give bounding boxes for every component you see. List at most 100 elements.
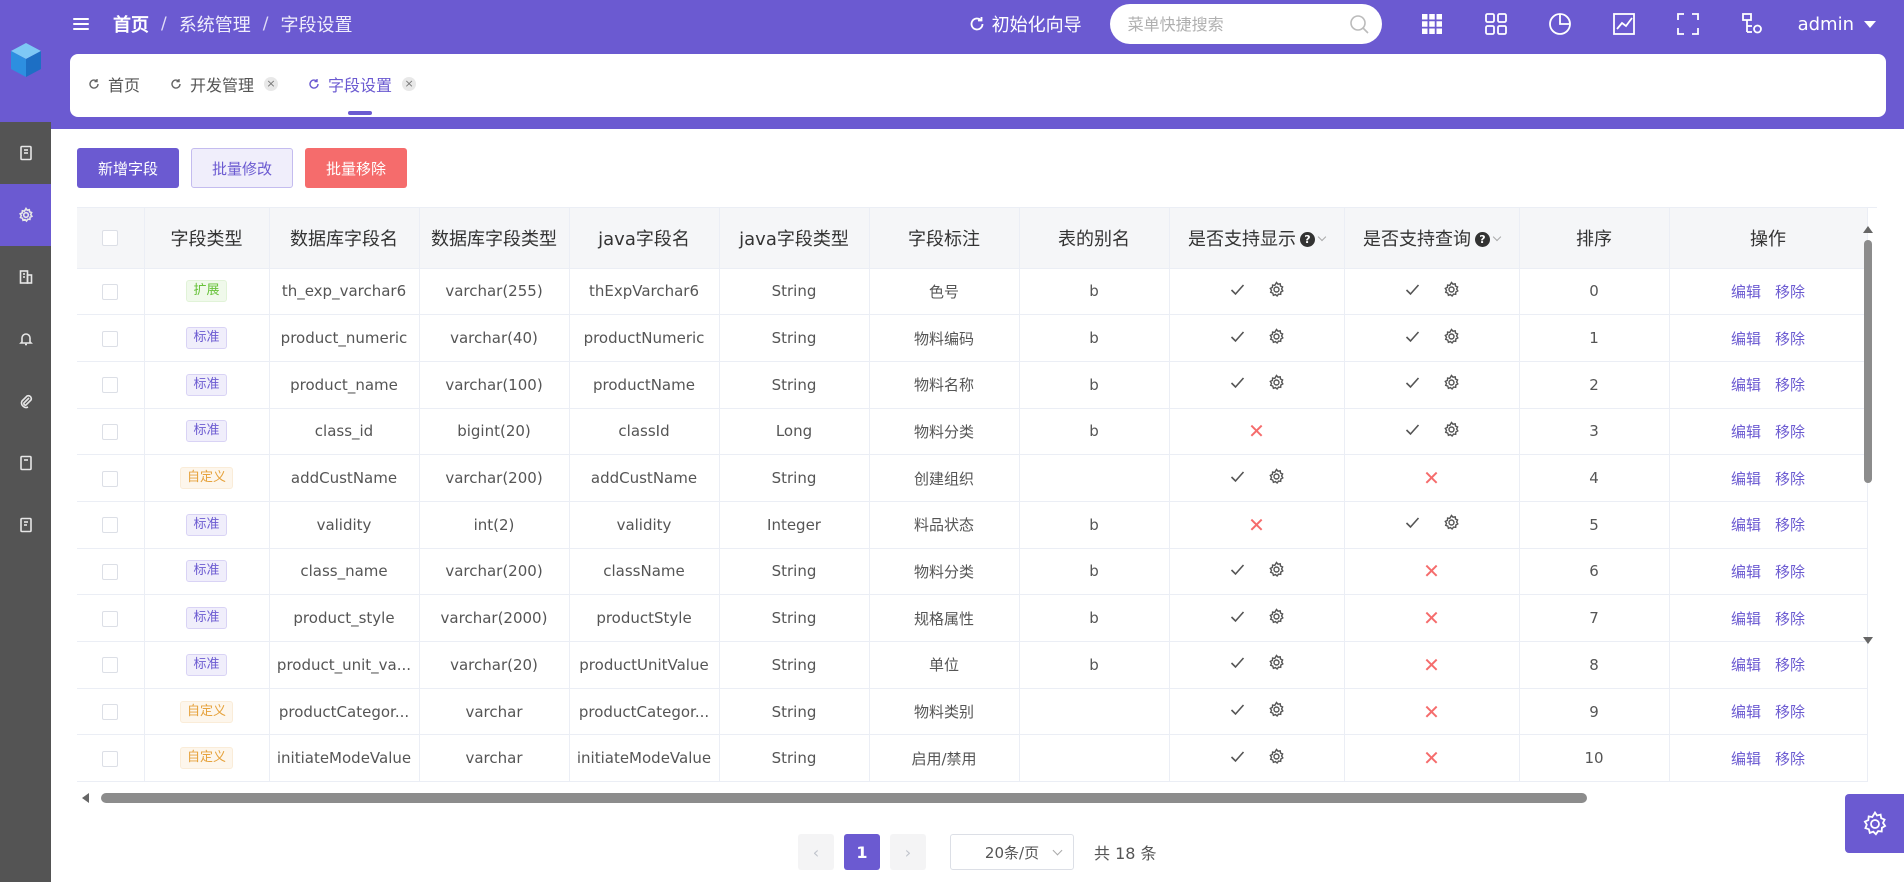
theme-settings-button[interactable] — [1845, 794, 1904, 853]
breadcrumb-home[interactable]: 首页 — [113, 11, 149, 37]
fullscreen-button[interactable] — [1656, 0, 1720, 48]
row-checkbox[interactable] — [102, 657, 119, 674]
gear-icon[interactable] — [1268, 748, 1285, 765]
row-checkbox[interactable] — [102, 423, 119, 440]
chevron-down-icon[interactable] — [1317, 232, 1327, 241]
breadcrumb-system[interactable]: 系统管理 — [179, 11, 251, 37]
next-page-button[interactable]: › — [890, 834, 926, 870]
row-checkbox[interactable] — [102, 470, 119, 487]
sidebar-item-doc[interactable] — [0, 122, 51, 184]
chevron-down-icon[interactable] — [1492, 232, 1502, 241]
user-menu[interactable]: admin — [1798, 14, 1876, 35]
scroll-down-icon[interactable] — [1863, 637, 1873, 644]
column-header-query[interactable]: 是否支持查询? — [1344, 208, 1520, 269]
table-alias-cell: b — [1019, 594, 1170, 642]
row-checkbox[interactable] — [102, 330, 119, 347]
remove-link[interactable]: 移除 — [1775, 610, 1805, 628]
row-checkbox[interactable] — [102, 750, 119, 767]
sidebar-item-report[interactable] — [0, 494, 51, 556]
page-number[interactable]: 1 — [844, 834, 880, 870]
gear-icon[interactable] — [1443, 327, 1460, 345]
scroll-left-icon[interactable] — [82, 793, 89, 803]
help-icon[interactable]: ? — [1300, 232, 1315, 248]
sidebar-item-settings[interactable] — [0, 184, 51, 246]
apps-grid-button[interactable] — [1400, 0, 1464, 48]
scroll-up-icon[interactable] — [1863, 226, 1873, 233]
org-switch-button[interactable] — [1720, 0, 1784, 48]
tab-dev-manage[interactable]: 开发管理 × — [170, 54, 279, 114]
app-logo[interactable] — [0, 0, 51, 122]
add-field-button[interactable]: 新增字段 — [77, 148, 180, 188]
init-wizard-button[interactable]: 初始化向导 — [968, 11, 1082, 37]
edit-link[interactable]: 编辑 — [1731, 423, 1761, 441]
remove-link[interactable]: 移除 — [1775, 750, 1805, 768]
tab-field-settings[interactable]: 字段设置 × — [308, 54, 417, 115]
menu-search-input[interactable] — [1127, 14, 1348, 34]
edit-link[interactable]: 编辑 — [1731, 470, 1761, 488]
edit-link[interactable]: 编辑 — [1731, 376, 1761, 394]
dashboard-button[interactable] — [1464, 0, 1528, 48]
sidebar-item-book[interactable] — [0, 432, 51, 494]
edit-link[interactable]: 编辑 — [1731, 563, 1761, 581]
batch-remove-button[interactable]: 批量移除 — [305, 148, 408, 188]
gear-icon[interactable] — [1268, 607, 1285, 625]
gear-icon[interactable] — [1268, 467, 1285, 485]
row-checkbox[interactable] — [102, 283, 119, 300]
tab-home[interactable]: 首页 — [88, 54, 140, 114]
edit-link[interactable]: 编辑 — [1731, 330, 1761, 348]
search-icon[interactable] — [1348, 13, 1370, 35]
edit-link[interactable]: 编辑 — [1731, 283, 1761, 301]
remove-link[interactable]: 移除 — [1775, 470, 1805, 488]
remove-link[interactable]: 移除 — [1775, 423, 1805, 441]
row-checkbox[interactable] — [102, 610, 119, 627]
row-checkbox[interactable] — [102, 704, 119, 721]
close-icon[interactable]: × — [264, 77, 279, 91]
remove-link[interactable]: 移除 — [1775, 516, 1805, 534]
remove-link[interactable]: 移除 — [1775, 703, 1805, 721]
vertical-scrollbar[interactable] — [1862, 226, 1874, 644]
row-checkbox[interactable] — [102, 377, 119, 394]
remove-link[interactable]: 移除 — [1775, 656, 1805, 674]
remove-link[interactable]: 移除 — [1775, 283, 1805, 301]
edit-link[interactable]: 编辑 — [1731, 703, 1761, 721]
field-type-cell: 标准 — [144, 594, 270, 642]
gear-icon[interactable] — [1268, 374, 1285, 391]
edit-link[interactable]: 编辑 — [1731, 750, 1761, 768]
edit-link[interactable]: 编辑 — [1731, 656, 1761, 674]
gear-icon[interactable] — [1268, 281, 1285, 298]
gear-icon[interactable] — [1268, 327, 1285, 345]
sidebar-item-notify[interactable] — [0, 308, 51, 370]
select-all-checkbox[interactable] — [102, 230, 119, 247]
actions-cell: 编辑 移除 — [1669, 314, 1868, 362]
remove-link[interactable]: 移除 — [1775, 376, 1805, 394]
scrollbar-thumb[interactable] — [101, 793, 1587, 803]
gear-icon[interactable] — [1268, 701, 1285, 718]
help-icon[interactable]: ? — [1475, 232, 1490, 248]
close-icon[interactable]: × — [402, 77, 417, 91]
gear-icon[interactable] — [1443, 421, 1460, 438]
gear-icon[interactable] — [1443, 374, 1460, 391]
menu-toggle-icon[interactable] — [73, 15, 89, 33]
remove-link[interactable]: 移除 — [1775, 330, 1805, 348]
gear-icon[interactable] — [1443, 514, 1460, 531]
sidebar-item-building[interactable] — [0, 246, 51, 308]
batch-edit-button[interactable]: 批量修改 — [191, 148, 294, 188]
row-checkbox[interactable] — [102, 517, 119, 534]
enabled-cell — [1404, 514, 1460, 531]
prev-page-button[interactable]: ‹ — [798, 834, 834, 870]
gear-icon[interactable] — [1268, 561, 1285, 578]
db-field-name-cell: product_unit_va... — [269, 641, 420, 689]
pie-chart-button[interactable] — [1528, 0, 1592, 48]
row-checkbox[interactable] — [102, 563, 119, 580]
column-header-display[interactable]: 是否支持显示? — [1169, 208, 1345, 269]
gear-icon[interactable] — [1443, 281, 1460, 298]
sidebar-item-attach[interactable] — [0, 370, 51, 432]
edit-link[interactable]: 编辑 — [1731, 516, 1761, 534]
gear-icon[interactable] — [1268, 654, 1285, 671]
remove-link[interactable]: 移除 — [1775, 563, 1805, 581]
page-size-select[interactable]: 20条/页 — [950, 834, 1074, 870]
scrollbar-thumb[interactable] — [1864, 240, 1872, 483]
horizontal-scrollbar[interactable] — [77, 790, 1667, 804]
edit-link[interactable]: 编辑 — [1731, 610, 1761, 628]
trend-chart-button[interactable] — [1592, 0, 1656, 48]
